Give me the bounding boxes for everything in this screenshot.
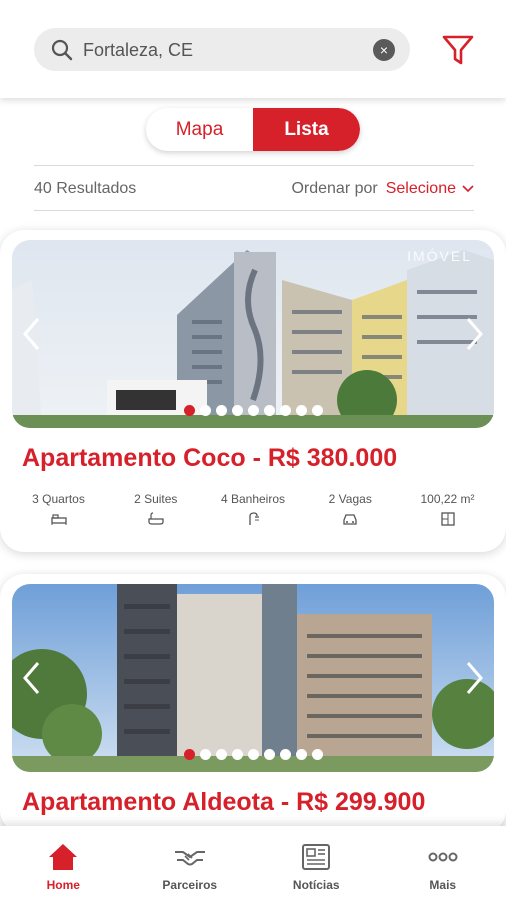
listing-card[interactable]: Apartamento Aldeota - R$ 299.900 <box>0 574 506 834</box>
bottom-nav: Home Parceiros Notícias Mais <box>0 826 506 900</box>
prev-photo-icon[interactable] <box>20 316 44 352</box>
pagination-dot[interactable] <box>295 749 307 760</box>
listing-photo[interactable]: IMÓVEL <box>12 240 494 428</box>
photo-pagination <box>12 749 494 760</box>
area-icon <box>440 512 455 526</box>
car-icon <box>343 514 357 525</box>
more-dots-icon <box>428 852 458 862</box>
pagination-dot[interactable] <box>295 405 307 416</box>
building-photo <box>12 240 494 428</box>
nav-label: Mais <box>429 878 457 892</box>
feature-label: 3 Quartos <box>32 492 85 506</box>
feature-label: 4 Banheiros <box>220 492 286 506</box>
chevron-down-icon <box>462 185 474 193</box>
shower-icon <box>249 512 259 525</box>
nav-label: Home <box>46 878 80 892</box>
pagination-dot[interactable] <box>231 749 243 760</box>
pagination-dot[interactable] <box>183 749 195 760</box>
feature-label: 2 Vagas <box>328 492 372 506</box>
prev-photo-icon[interactable] <box>20 660 44 696</box>
pagination-dot[interactable] <box>279 749 291 760</box>
sort-value: Selecione <box>385 180 456 197</box>
feature-area: 100,22 m² <box>399 492 496 526</box>
filter-icon[interactable] <box>440 32 476 68</box>
nav-noticias[interactable]: Notícias <box>253 826 380 900</box>
photo-watermark: IMÓVEL <box>407 248 472 264</box>
listing-title[interactable]: Apartamento Aldeota - R$ 299.900 <box>22 788 425 817</box>
feature-bathrooms: 4 Banheiros <box>205 492 302 526</box>
photo-pagination <box>12 405 494 416</box>
newspaper-icon <box>302 844 331 870</box>
divider <box>34 210 474 211</box>
next-photo-icon[interactable] <box>462 316 486 352</box>
search-input[interactable] <box>83 36 363 64</box>
listing-photo[interactable] <box>12 584 494 772</box>
tab-lista[interactable]: Lista <box>253 108 360 151</box>
pagination-dot[interactable] <box>311 405 323 416</box>
pagination-dot[interactable] <box>311 749 323 760</box>
pagination-dot[interactable] <box>199 749 211 760</box>
view-toggle: Mapa Lista <box>146 108 360 151</box>
feature-bedrooms: 3 Quartos <box>10 492 107 526</box>
handshake-icon <box>174 851 205 866</box>
search-bar[interactable]: × <box>34 28 410 71</box>
pagination-dot[interactable] <box>183 405 195 416</box>
nav-home[interactable]: Home <box>0 826 127 900</box>
bathtub-icon <box>148 512 164 525</box>
feature-parking: 2 Vagas <box>302 492 399 526</box>
pagination-dot[interactable] <box>247 405 259 416</box>
bed-icon <box>50 514 67 525</box>
sort-select[interactable]: Selecione <box>386 180 474 198</box>
home-icon <box>49 844 78 870</box>
pagination-dot[interactable] <box>247 749 259 760</box>
search-icon <box>51 39 73 61</box>
pagination-dot[interactable] <box>215 405 227 416</box>
building-photo <box>12 584 494 772</box>
feature-label: 2 Suites <box>134 492 178 506</box>
features-row: 3 Quartos 2 Suites 4 Banheiros 2 Vagas 1… <box>10 492 496 526</box>
nav-label: Parceiros <box>162 878 218 892</box>
clear-search-icon[interactable]: × <box>373 39 395 61</box>
sort-control: Ordenar por Selecione <box>291 180 474 198</box>
feature-suites: 2 Suites <box>107 492 204 526</box>
tab-mapa[interactable]: Mapa <box>146 108 253 151</box>
pagination-dot[interactable] <box>231 405 243 416</box>
nav-label: Notícias <box>292 878 340 892</box>
sort-label: Ordenar por <box>291 180 378 197</box>
nav-mais[interactable]: Mais <box>380 826 506 900</box>
listing-card[interactable]: IMÓVEL Apartamento Coco - R$ 380.000 3 Q… <box>0 230 506 552</box>
divider <box>34 165 474 166</box>
results-bar: 40 Resultados Ordenar por Selecione <box>34 176 474 202</box>
pagination-dot[interactable] <box>263 749 275 760</box>
pagination-dot[interactable] <box>199 405 211 416</box>
pagination-dot[interactable] <box>263 405 275 416</box>
top-header: × <box>0 0 506 98</box>
nav-parceiros[interactable]: Parceiros <box>127 826 254 900</box>
listing-title[interactable]: Apartamento Coco - R$ 380.000 <box>22 444 397 473</box>
feature-label: 100,22 m² <box>420 492 475 506</box>
next-photo-icon[interactable] <box>462 660 486 696</box>
pagination-dot[interactable] <box>215 749 227 760</box>
results-count: 40 Resultados <box>34 180 137 197</box>
pagination-dot[interactable] <box>279 405 291 416</box>
